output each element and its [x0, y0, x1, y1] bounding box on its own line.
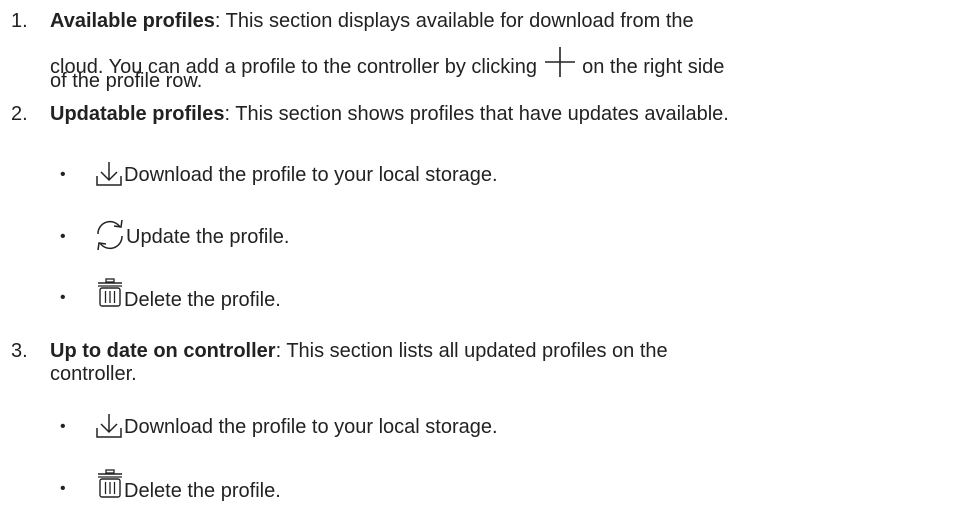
bullet-delete: • Delete the profile. — [0, 469, 955, 504]
list-number: 3. — [11, 340, 28, 362]
document-body: 1. Available profiles: This section disp… — [0, 0, 961, 518]
bullet-download: • Download the profile to your local sto… — [0, 160, 955, 190]
item-description: This section lists all updated profiles … — [281, 340, 668, 362]
bullet-update: • Update the profile. — [0, 219, 955, 252]
plus-icon — [543, 47, 577, 77]
bullet-text: Download the profile to your local stora… — [124, 164, 498, 186]
item-description: This section shows profiles that have up… — [230, 103, 729, 125]
item-title: Updatable profiles — [50, 103, 225, 125]
item-description: This section displays available for down… — [220, 10, 694, 32]
bullet-text: Update the profile. — [126, 226, 290, 248]
bullet-download: • Download the profile to your local sto… — [0, 412, 955, 442]
refresh-icon — [90, 219, 130, 252]
bullet-text: Download the profile to your local stora… — [124, 416, 498, 438]
item-title: Available profiles — [50, 10, 215, 32]
bullet-text: Delete the profile. — [124, 289, 281, 311]
list-number: 1. — [11, 10, 28, 32]
bullet-text: Delete the profile. — [124, 480, 281, 502]
bullet-delete: • Delete the profile. — [0, 278, 955, 313]
item-title: Up to date on controller — [50, 340, 276, 362]
list-number: 2. — [11, 103, 28, 125]
